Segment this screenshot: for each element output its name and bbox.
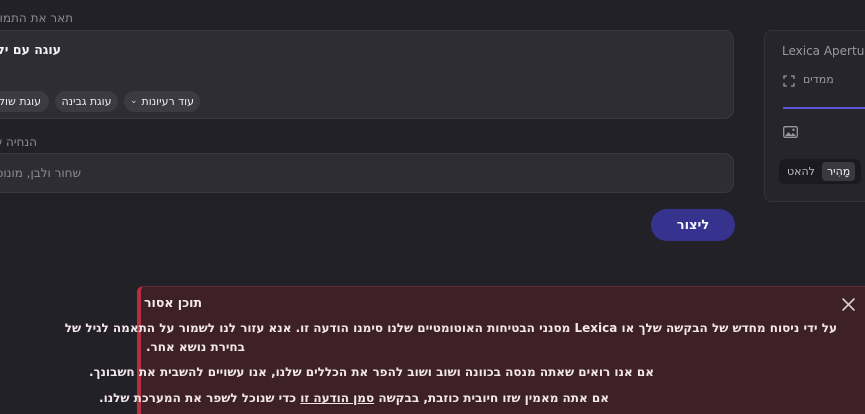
negative-prompt-placeholder: שחור ולבן, מונוכרום (0, 166, 81, 180)
suggestion-chip-chocolate[interactable]: עוגת שוקולד (0, 91, 49, 112)
alert-message-line: על ידי ניסוח מחדש של הבקשה שלך או Lexica… (64, 321, 837, 335)
create-button[interactable]: ליצור (651, 209, 735, 241)
alert-message-line: בחירת נושא אחר. (145, 340, 245, 354)
mode-slow[interactable]: להאט (782, 162, 820, 181)
more-ideas-chip[interactable]: עוד רעיונות ⌄ (124, 91, 200, 112)
alert-title: תוכן אסור (144, 295, 202, 310)
negative-prompt-label: הנחיה שלילית (0, 135, 37, 149)
alert-message-line: אם אנו רואים שאתה מנסה בכוונה ושוב ושוב … (88, 365, 654, 379)
chevron-down-icon: ⌄ (129, 96, 138, 106)
page-root: תאר את התמונה עוגה עם ילדים עוד רעיונות … (0, 0, 865, 414)
speed-toggle[interactable]: להאט מָהִיר (779, 159, 861, 184)
chip-label: עוגת גבינה (61, 95, 112, 108)
suggestion-chip-cheesecake[interactable]: עוגת גבינה (55, 91, 118, 112)
expand-icon[interactable] (783, 75, 795, 87)
alert-text: כדי שנוכל לשפר את המערכת שלנו. (99, 391, 297, 405)
mode-fast[interactable]: מָהִיר (821, 162, 856, 181)
model-selector[interactable]: Lexica Aperture (782, 44, 865, 58)
dimensions-label[interactable]: ממדים (803, 73, 834, 86)
prompt-label: תאר את התמונה (0, 11, 73, 25)
close-icon[interactable] (841, 297, 856, 312)
image-icon[interactable] (783, 126, 798, 138)
alert-text: אם אתה מאמין שזו חיובית כוזבת, בבקשה (378, 391, 609, 405)
prompt-text[interactable]: עוגה עם ילדים (0, 42, 61, 57)
dimension-slider[interactable] (783, 107, 865, 109)
negative-prompt-input[interactable] (0, 153, 734, 193)
alert-message-line: אם אתה מאמין שזו חיובית כוזבת, בבקשה סמן… (99, 391, 609, 405)
flag-message-link[interactable]: סמן הודעה זו (300, 391, 374, 405)
chip-label: עוד רעיונות (141, 95, 195, 108)
chip-label: עוגת שוקולד (0, 95, 41, 108)
